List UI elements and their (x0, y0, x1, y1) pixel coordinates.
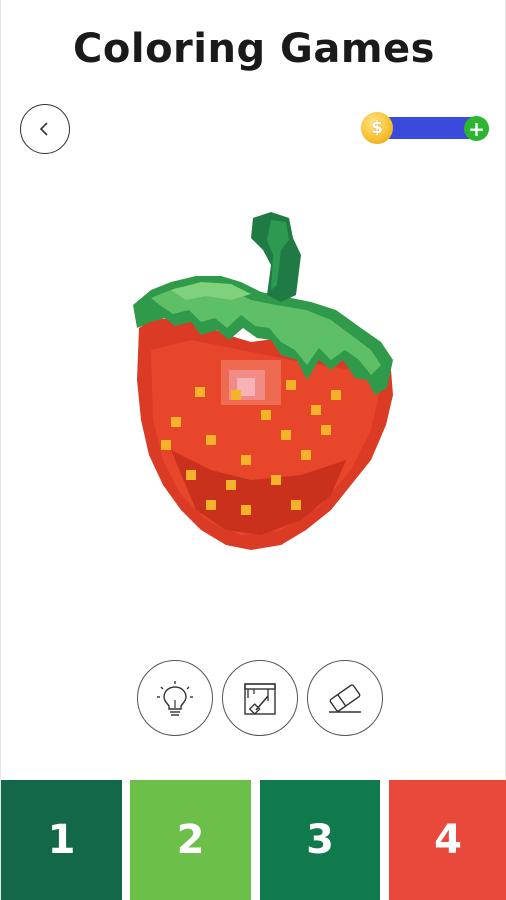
tool-bar (1, 660, 506, 740)
strawberry-pixel-art (133, 212, 393, 550)
eraser-button[interactable] (307, 660, 383, 736)
fill-bucket-button[interactable] (222, 660, 298, 736)
palette-color-4[interactable]: 4 (389, 780, 506, 900)
paint-bucket-icon (244, 683, 276, 715)
chevron-left-icon (39, 122, 48, 136)
pixel-art-canvas[interactable] (131, 210, 401, 560)
coin-symbol: $ (371, 118, 383, 138)
lightbulb-icon (157, 681, 193, 716)
color-palette: 1 2 3 4 (1, 780, 506, 900)
palette-color-2[interactable]: 2 (130, 780, 251, 900)
palette-number: 2 (176, 817, 205, 863)
plus-icon: + (468, 116, 485, 141)
palette-number: 3 (306, 817, 334, 863)
palette-color-3[interactable]: 3 (260, 780, 380, 900)
palette-number: 4 (434, 817, 462, 863)
eraser-icon (329, 684, 361, 713)
palette-color-1[interactable]: 1 (1, 780, 122, 900)
back-button[interactable] (20, 104, 70, 154)
palette-number: 1 (47, 817, 76, 863)
coin-balance: $ + (361, 112, 489, 144)
hint-button[interactable] (137, 660, 213, 736)
add-coins-button[interactable]: + (464, 116, 489, 141)
page-title: Coloring Games (73, 26, 435, 72)
dollar-coin-icon: $ (361, 112, 393, 144)
